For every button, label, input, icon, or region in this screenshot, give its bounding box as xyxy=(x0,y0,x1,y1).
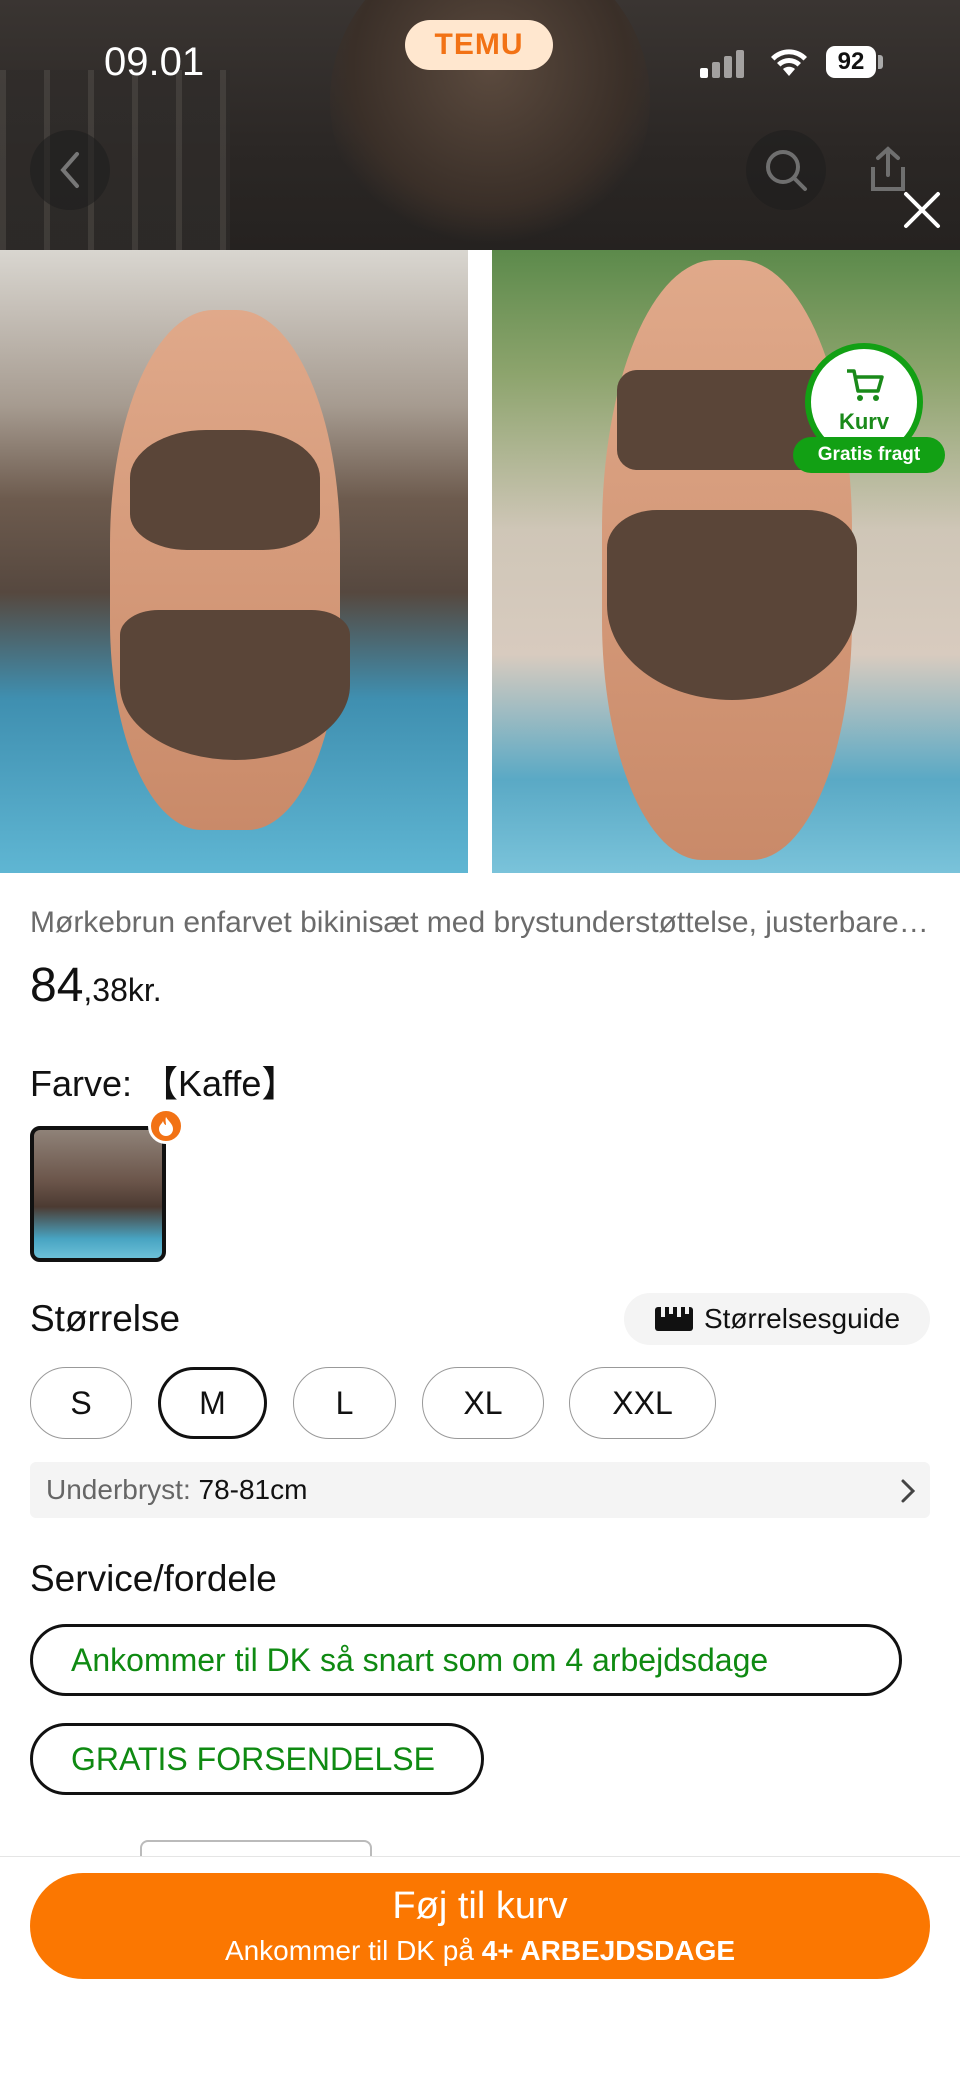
size-heading: Størrelse xyxy=(30,1298,181,1339)
search-button[interactable] xyxy=(746,130,826,210)
product-image-back[interactable] xyxy=(492,250,960,873)
wifi-icon xyxy=(771,49,807,76)
color-swatch-kaffe[interactable] xyxy=(30,1126,166,1262)
battery-tip xyxy=(878,55,883,69)
close-icon xyxy=(904,192,940,228)
service-free-shipping-pill: GRATIS FORSENDELSE xyxy=(30,1723,484,1795)
product-title[interactable]: Mørkebrun enfarvet bikinisæt med brystun… xyxy=(30,906,930,940)
bikini-bottom-back xyxy=(607,510,857,700)
chevron-right-icon xyxy=(901,1479,916,1503)
underbust-row[interactable]: Underbryst: 78-81cm xyxy=(30,1462,930,1518)
size-option-m[interactable]: M xyxy=(158,1367,267,1439)
product-price: 84,38kr. xyxy=(30,958,162,1013)
service-delivery-pill: Ankommer til DK så snart som om 4 arbejd… xyxy=(30,1624,902,1696)
bikini-top xyxy=(130,430,320,550)
price-main: 84 xyxy=(30,959,84,1012)
delivery-days: 4+ ARBEJDSDAGE xyxy=(481,1935,736,1966)
delivery-subtitle: Ankommer til DK på 4+ ARBEJDSDAGE xyxy=(30,1935,930,1967)
color-label: Farve: xyxy=(30,1063,133,1104)
service-heading: Service/fordele xyxy=(30,1558,277,1599)
underbust-value: 78-81cm xyxy=(198,1474,308,1505)
status-time: 09.01 xyxy=(104,40,205,84)
bikini-bottom xyxy=(120,610,350,760)
product-image-front[interactable] xyxy=(0,250,468,873)
temu-logo: TEMU xyxy=(405,20,553,70)
back-icon xyxy=(60,152,79,188)
ruler-icon xyxy=(654,1307,693,1331)
color-value: 【Kaffe】 xyxy=(142,1063,298,1104)
add-to-cart-label: Føj til kurv xyxy=(392,1885,568,1927)
status-bar: 09.01 TEMU 92 xyxy=(0,0,960,120)
size-guide-button[interactable]: Størrelsesguide xyxy=(624,1293,930,1345)
color-heading: Farve: 【Kaffe】 xyxy=(30,1055,297,1107)
size-guide-label: Størrelsesguide xyxy=(703,1303,901,1334)
size-option-xl[interactable]: XL xyxy=(422,1367,544,1439)
free-shipping-tag: Gratis fragt xyxy=(793,437,945,473)
hot-badge xyxy=(148,1108,184,1144)
size-option-s[interactable]: S xyxy=(30,1367,132,1439)
cart-icon xyxy=(847,369,884,401)
battery-indicator: 92 xyxy=(826,46,876,78)
signal-icon xyxy=(700,48,750,78)
add-to-cart-button[interactable]: Føj til kurv Ankommer til DK på 4+ ARBEJ… xyxy=(30,1873,930,1979)
delivery-prefix: Ankommer til DK på xyxy=(224,1935,474,1966)
underbust-label: Underbryst: xyxy=(46,1474,191,1505)
size-option-xxl[interactable]: XXL xyxy=(569,1367,716,1439)
cart-badge-label: Kurv xyxy=(838,409,890,434)
search-icon xyxy=(766,150,807,191)
price-fraction: ,38kr. xyxy=(83,972,162,1008)
close-button[interactable] xyxy=(896,184,948,236)
back-button[interactable] xyxy=(30,130,110,210)
size-option-l[interactable]: L xyxy=(293,1367,396,1439)
fire-icon xyxy=(159,1117,173,1136)
